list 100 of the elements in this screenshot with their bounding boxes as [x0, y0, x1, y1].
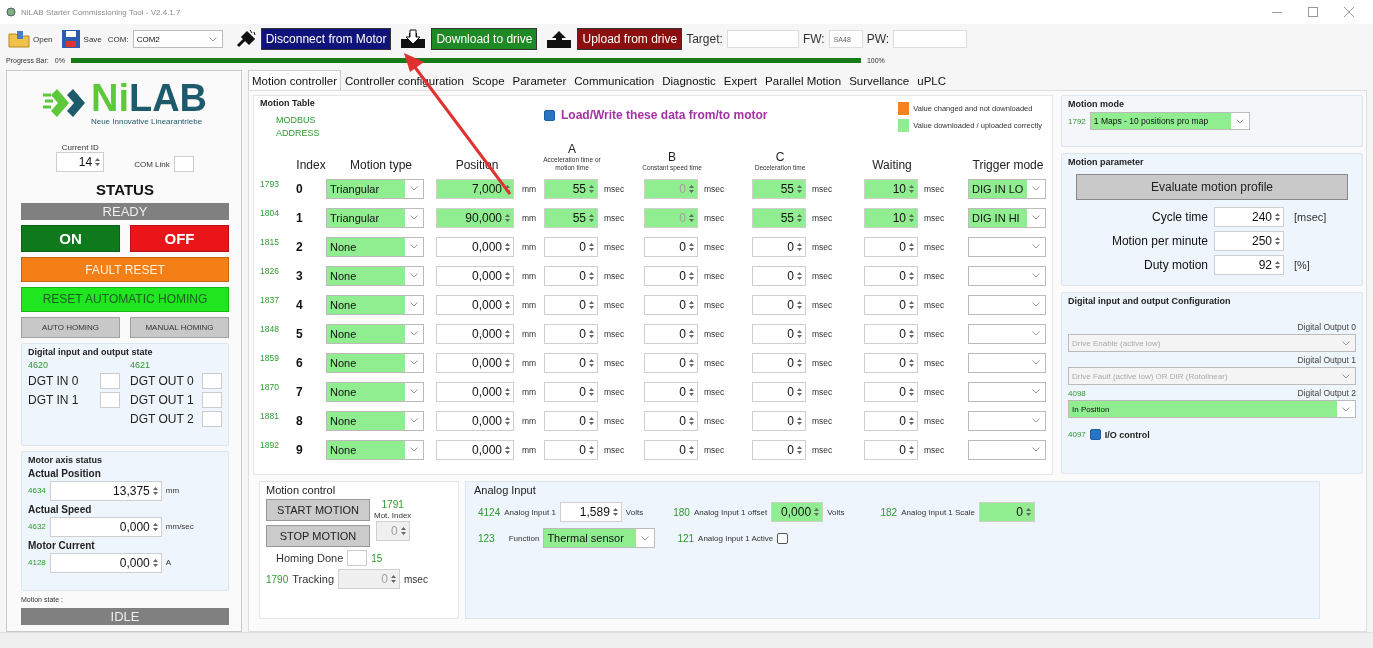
value-field[interactable]: 55 [752, 207, 806, 228]
open-button[interactable]: Open [6, 26, 55, 52]
motion-type-dropdown[interactable]: None [326, 410, 424, 431]
spinner-arrows-icon[interactable] [796, 327, 803, 340]
save-button[interactable]: Save [58, 26, 104, 52]
value-field[interactable]: 90,000 [436, 207, 514, 228]
value-field[interactable]: 55 [544, 207, 598, 228]
spinner-arrows-icon[interactable] [588, 211, 595, 224]
spinner-arrows-icon[interactable] [504, 385, 511, 398]
spinner-arrows-icon[interactable] [688, 327, 695, 340]
value-field[interactable]: 0 [864, 352, 918, 373]
spinner-arrows-icon[interactable] [908, 240, 915, 253]
spinner-arrows-icon[interactable] [796, 182, 803, 195]
spinner-arrows-icon[interactable] [399, 525, 407, 537]
value-field[interactable]: 0 [544, 439, 598, 460]
spinner-arrows-icon[interactable] [796, 298, 803, 311]
parameter-field[interactable]: 240 [1214, 207, 1284, 227]
spinner-arrows-icon[interactable] [908, 443, 915, 456]
load-write-checkbox[interactable] [544, 109, 555, 121]
motion-type-dropdown[interactable]: Triangular [326, 207, 424, 228]
value-field[interactable]: 0 [752, 323, 806, 344]
spinner-arrows-icon[interactable] [908, 182, 915, 195]
spinner-arrows-icon[interactable] [504, 269, 511, 282]
spinner-arrows-icon[interactable] [688, 385, 695, 398]
spinner-arrows-icon[interactable] [504, 327, 511, 340]
analog-input-field[interactable]: 1,589 [559, 502, 622, 522]
spinner-arrows-icon[interactable] [611, 506, 619, 518]
spinner-arrows-icon[interactable] [688, 443, 695, 456]
tab[interactable]: Communication [570, 70, 659, 90]
parameter-field[interactable]: 92 [1214, 255, 1284, 275]
value-field[interactable]: 0 [544, 323, 598, 344]
value-field[interactable]: 0 [752, 381, 806, 402]
value-field[interactable]: 0,000 [436, 439, 514, 460]
manual-homing-button[interactable]: MANUAL HOMING [130, 316, 229, 338]
analog-active-checkbox[interactable] [777, 532, 789, 544]
spinner-arrows-icon[interactable] [588, 414, 595, 427]
spinner-arrows-icon[interactable] [504, 211, 511, 224]
spinner-arrows-icon[interactable] [908, 414, 915, 427]
spinner-arrows-icon[interactable] [588, 356, 595, 369]
value-field[interactable]: 0 [752, 236, 806, 257]
disconnect-button[interactable]: Disconnect from Motor [260, 28, 392, 50]
spinner-arrows-icon[interactable] [588, 443, 595, 456]
spinner-arrows-icon[interactable] [813, 506, 821, 518]
spinner-arrows-icon[interactable] [1274, 235, 1281, 247]
motion-type-dropdown[interactable]: None [326, 381, 424, 402]
stop-motion-button[interactable]: STOP MOTION [266, 525, 370, 547]
spinner-arrows-icon[interactable] [588, 182, 595, 195]
spinner-arrows-icon[interactable] [688, 298, 695, 311]
value-field[interactable]: 0 [864, 410, 918, 431]
com-port-dropdown[interactable]: COM2 [132, 30, 223, 48]
value-field[interactable]: 0 [644, 323, 698, 344]
spinner-arrows-icon[interactable] [908, 327, 915, 340]
spinner-arrows-icon[interactable] [908, 211, 915, 224]
spinner-arrows-icon[interactable] [796, 414, 803, 427]
value-field[interactable]: 0,000 [436, 381, 514, 402]
io-control-checkbox[interactable] [1089, 429, 1101, 440]
spinner-arrows-icon[interactable] [796, 211, 803, 224]
spinner-arrows-icon[interactable] [504, 443, 511, 456]
reset-homing-button[interactable]: RESET AUTOMATIC HOMING [21, 286, 229, 312]
value-field[interactable]: 0 [544, 294, 598, 315]
value-field[interactable]: 0 [544, 265, 598, 286]
value-field[interactable]: 0 [864, 294, 918, 315]
value-field[interactable]: 0 [644, 265, 698, 286]
spinner-arrows-icon[interactable] [688, 240, 695, 253]
spinner-arrows-icon[interactable] [908, 269, 915, 282]
value-field[interactable]: 0 [864, 236, 918, 257]
tab[interactable]: uPLC [913, 70, 951, 90]
tab[interactable]: Motion controller [248, 70, 341, 90]
spinner-arrows-icon[interactable] [588, 327, 595, 340]
motion-type-dropdown[interactable]: None [326, 439, 424, 460]
spinner-arrows-icon[interactable] [588, 385, 595, 398]
value-field[interactable]: 0 [644, 439, 698, 460]
value-field[interactable]: 0 [644, 294, 698, 315]
value-field[interactable]: 0 [544, 352, 598, 373]
value-field[interactable]: 0 [752, 439, 806, 460]
value-field[interactable]: 10 [864, 178, 918, 199]
tab[interactable]: Scope [467, 70, 509, 90]
spinner-arrows-icon[interactable] [796, 240, 803, 253]
tab[interactable]: Survellance [845, 70, 914, 90]
spinner-arrows-icon[interactable] [504, 414, 511, 427]
value-field[interactable]: 0,000 [436, 236, 514, 257]
value-field[interactable]: 0,000 [436, 323, 514, 344]
value-field[interactable]: 0 [544, 236, 598, 257]
spinner-arrows-icon[interactable] [796, 443, 803, 456]
tab[interactable]: Parameter [508, 70, 571, 90]
value-field[interactable]: 0 [752, 352, 806, 373]
value-field[interactable]: 0 [644, 410, 698, 431]
value-field[interactable]: 0 [644, 381, 698, 402]
start-motion-button[interactable]: START MOTION [266, 499, 370, 521]
off-button[interactable]: OFF [130, 225, 229, 253]
value-field[interactable]: 0 [864, 381, 918, 402]
spinner-arrows-icon[interactable] [908, 356, 915, 369]
tab[interactable]: Parallel Motion [761, 70, 846, 90]
spinner-arrows-icon[interactable] [390, 573, 398, 585]
spinner-arrows-icon[interactable] [688, 414, 695, 427]
motion-type-dropdown[interactable]: None [326, 323, 424, 344]
spinner-arrows-icon[interactable] [151, 520, 159, 533]
analog-offset-field[interactable]: 0,000 [771, 502, 824, 522]
value-field[interactable]: 55 [752, 178, 806, 199]
value-field[interactable]: 0,000 [436, 265, 514, 286]
